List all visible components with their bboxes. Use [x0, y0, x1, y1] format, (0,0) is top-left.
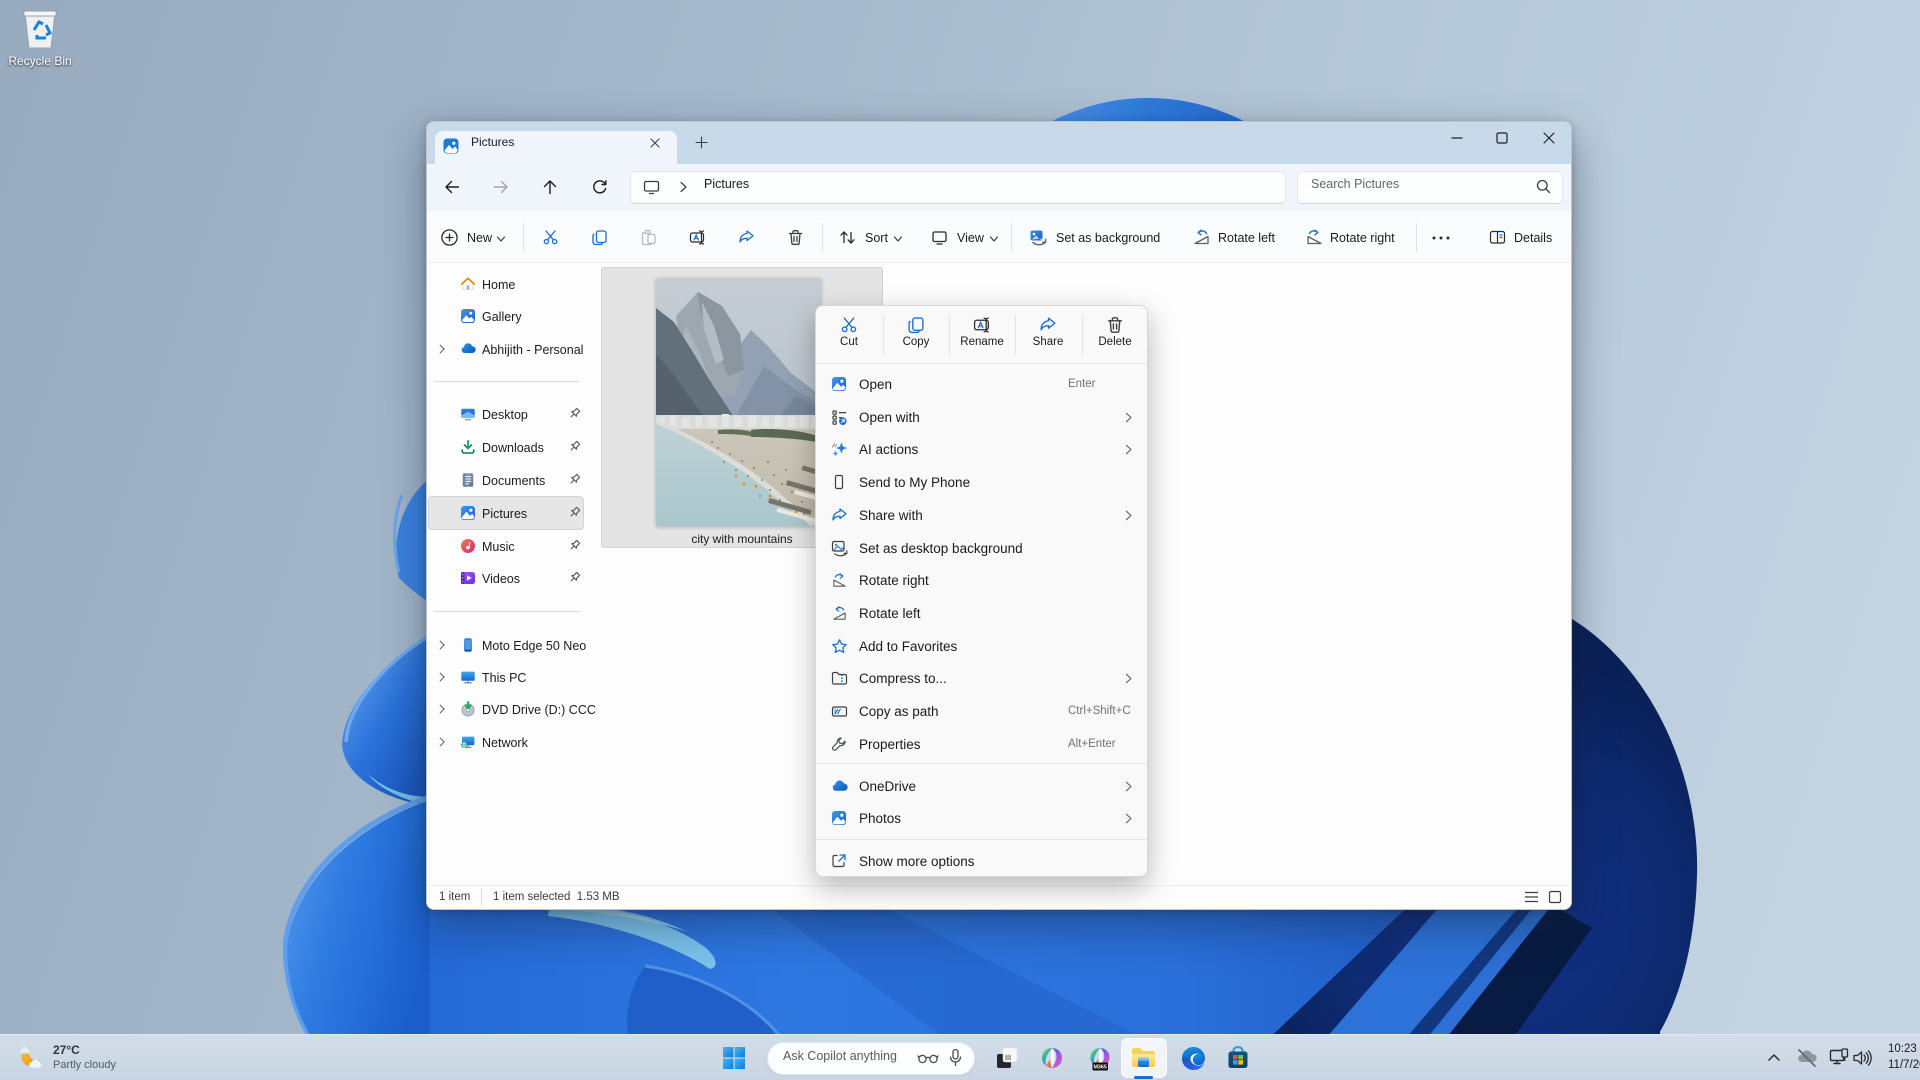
svg-text:M365: M365 [1093, 1065, 1107, 1071]
